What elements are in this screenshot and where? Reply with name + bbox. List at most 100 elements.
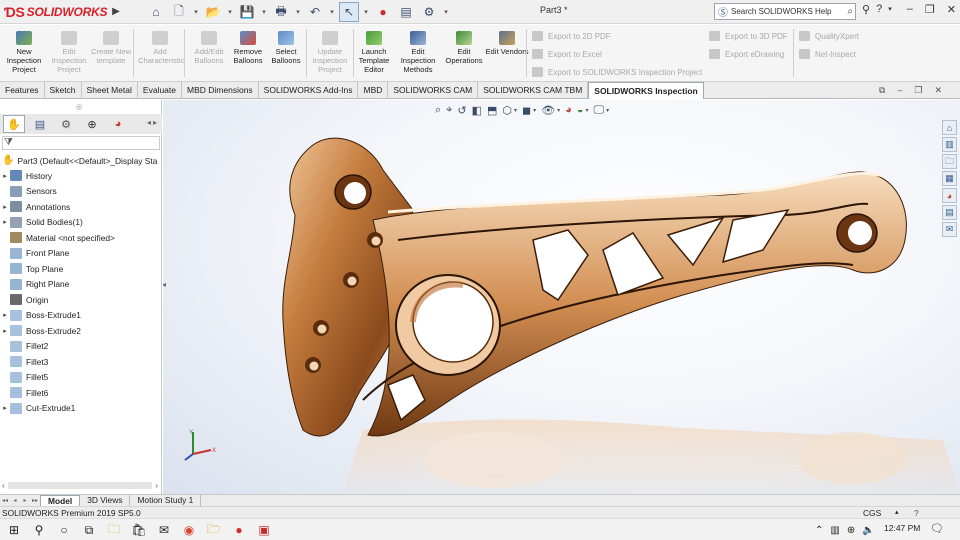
edit-inspection-project-button[interactable]: Edit Inspection Project [47,31,91,74]
solidworks-logo[interactable]: ƊS SOLIDWORKS [4,3,108,21]
select-pointer-icon[interactable]: ↖ [339,2,359,22]
minimize-icon[interactable]: – [907,3,913,16]
tree-filter-input[interactable] [2,136,160,150]
windows-start-icon[interactable]: ⊞ [6,522,22,538]
previous-tab-icon[interactable]: ◂ [10,497,20,504]
qualityxpert-link[interactable]: QualityXpert [799,31,859,41]
last-tab-icon[interactable]: ▸▸ [30,497,40,504]
options-gear-icon[interactable]: ⚙ [419,2,439,22]
chevron-down-icon[interactable]: ▾ [514,107,517,114]
create-new-template-button[interactable]: Create New template [89,31,133,65]
view-settings-icon[interactable]: 🖵 [594,104,605,117]
first-tab-icon[interactable]: ◂◂ [0,497,10,504]
volume-icon[interactable]: 🔈 [862,525,874,536]
expand-arrow-icon[interactable]: ▸ [0,404,10,412]
cortana-icon[interactable]: ○ [56,522,72,538]
tree-item[interactable]: ▸ Annotations [0,199,162,215]
chevron-right-icon[interactable]: ▸ [153,118,157,127]
update-inspection-project-button[interactable]: Update Inspection Project [308,31,352,74]
display-manager-tab-icon[interactable]: ◕ [107,115,129,133]
graphics-area[interactable]: ⌕ ⌖ ↺ ◧ ⬒ ⬡ ▾ ◼ ▾ 👁 ▾ ◕ ◒ ▾ 🖵 ▾ ⌂ ▥ 🗀 ▦ … [163,100,960,494]
chevron-down-icon[interactable]: ▾ [606,107,609,114]
section-view-icon[interactable]: ◧ [472,104,482,117]
tab-solidworks-inspection[interactable]: SOLIDWORKS Inspection [588,82,704,99]
export-edrawing-link[interactable]: Export eDrawing [709,49,784,59]
chevron-left-icon[interactable]: ‹ [2,481,5,490]
appearances-icon[interactable]: ◕ [942,188,957,203]
tab-sketch[interactable]: Sketch [45,82,82,99]
notification-icon[interactable]: 🗨 [930,522,944,535]
chrome-icon[interactable]: ◉ [181,522,197,538]
rebuild-traffic-light-icon[interactable]: ● [373,2,393,22]
expand-arrow-icon[interactable]: ▸ [0,172,10,180]
previous-view-icon[interactable]: ↺ [457,104,466,117]
tree-item[interactable]: ▸ Cut-Extrude1 [0,401,162,417]
custom-properties-icon[interactable]: ▤ [942,205,957,220]
tree-item[interactable]: Right Plane [0,277,162,293]
new-inspection-project-button[interactable]: New Inspection Project [2,31,46,74]
expand-arrow-icon[interactable]: ▸ [0,203,10,211]
export-2d-pdf-link[interactable]: Export to 2D PDF [532,31,611,41]
solidworks-taskbar-icon[interactable]: ▣ [256,522,272,538]
panel-grip-icon[interactable]: ◎ [76,103,82,111]
tree-item[interactable]: Fillet5 [0,370,162,386]
recorder-icon[interactable]: ● [231,522,247,538]
file-properties-icon[interactable]: ▤ [396,2,416,22]
tree-item[interactable]: Origin [0,292,162,308]
chevron-down-icon[interactable]: ▾ [226,2,234,22]
tree-root-part[interactable]: ✋ Part3 (Default<<Default>_Display Sta [2,153,157,168]
network-icon[interactable]: ▥ [830,525,839,536]
dimxpert-tab-icon[interactable]: ⊕ [81,115,103,133]
home-icon[interactable]: ⌂ [146,2,166,22]
panel-collapse-handle[interactable]: ◂ [163,280,166,289]
scrollbar-track[interactable] [7,481,153,489]
tile-window-icon[interactable]: ⧉ [879,85,885,96]
view-palette-icon[interactable]: ▦ [942,171,957,186]
edit-appearance-icon[interactable]: ◕ [565,104,572,116]
apply-scene-icon[interactable]: ◒ [577,104,584,116]
launch-template-editor-button[interactable]: Launch Template Editor [352,31,396,74]
next-tab-icon[interactable]: ▸ [20,497,30,504]
export-inspection-project-link[interactable]: Export to SOLIDWORKS Inspection Project [532,67,702,77]
task-view-icon[interactable]: ⧉ [81,522,97,538]
configuration-manager-tab-icon[interactable]: ⚙ [55,115,77,133]
chevron-down-icon[interactable]: ▾ [585,107,588,114]
tree-item[interactable]: ▸ History [0,168,162,184]
file-explorer-icon[interactable]: 🗀 [942,154,957,169]
edit-vendors-button[interactable]: Edit Vendors [485,31,529,56]
expand-arrow-icon[interactable]: ▸ [0,311,10,319]
tab-mbd[interactable]: MBD [358,82,389,99]
restore-icon[interactable]: ❐ [925,3,935,16]
menu-expand-icon[interactable]: ▶ [111,4,121,20]
display-style-icon[interactable]: ◼ [522,104,531,117]
part-body[interactable] [282,137,907,437]
add-edit-balloons-button[interactable]: Add/Edit Balloons [187,31,231,65]
help-search-input[interactable]: Ⓢ Search SOLIDWORKS Help ⌕ [714,3,856,20]
user-icon[interactable]: ⚲ [862,3,870,17]
tree-item[interactable]: Top Plane [0,261,162,277]
close-doc-icon[interactable]: ✕ [934,85,942,96]
open-folder-icon[interactable]: 📂 [203,2,223,22]
solidworks-resources-icon[interactable]: ⌂ [942,120,957,135]
chevron-down-icon[interactable]: ▾ [442,2,450,22]
chevron-down-icon[interactable]: ▾ [260,2,268,22]
tree-item[interactable]: Sensors [0,184,162,200]
tab-solidworks-cam-tbm[interactable]: SOLIDWORKS CAM TBM [478,82,589,99]
view-orientation-icon[interactable]: ⬡ [502,104,512,117]
tree-item[interactable]: Fillet2 [0,339,162,355]
print-icon[interactable]: 🖶 [271,2,291,22]
tree-item[interactable]: ▸ Solid Bodies(1) [0,215,162,231]
tree-item[interactable]: ▸ Boss-Extrude2 [0,323,162,339]
chevron-down-icon[interactable]: ▾ [294,2,302,22]
feature-manager-tab-icon[interactable]: ✋ [3,115,25,133]
search-icon[interactable]: ⌕ [847,6,853,17]
select-balloons-button[interactable]: Select Balloons [264,31,308,65]
zoom-to-fit-icon[interactable]: ⌕ [435,104,441,117]
add-characteristic-button[interactable]: Add Characteristic [138,31,184,65]
tab-model[interactable]: Model [40,494,81,507]
chevron-down-icon[interactable]: ▾ [888,3,892,17]
expand-arrow-icon[interactable]: ▸ [0,218,10,226]
chevron-left-icon[interactable]: ◂ [147,118,151,127]
tree-item[interactable]: ▸ Boss-Extrude1 [0,308,162,324]
chevron-down-icon[interactable]: ▾ [192,2,200,22]
